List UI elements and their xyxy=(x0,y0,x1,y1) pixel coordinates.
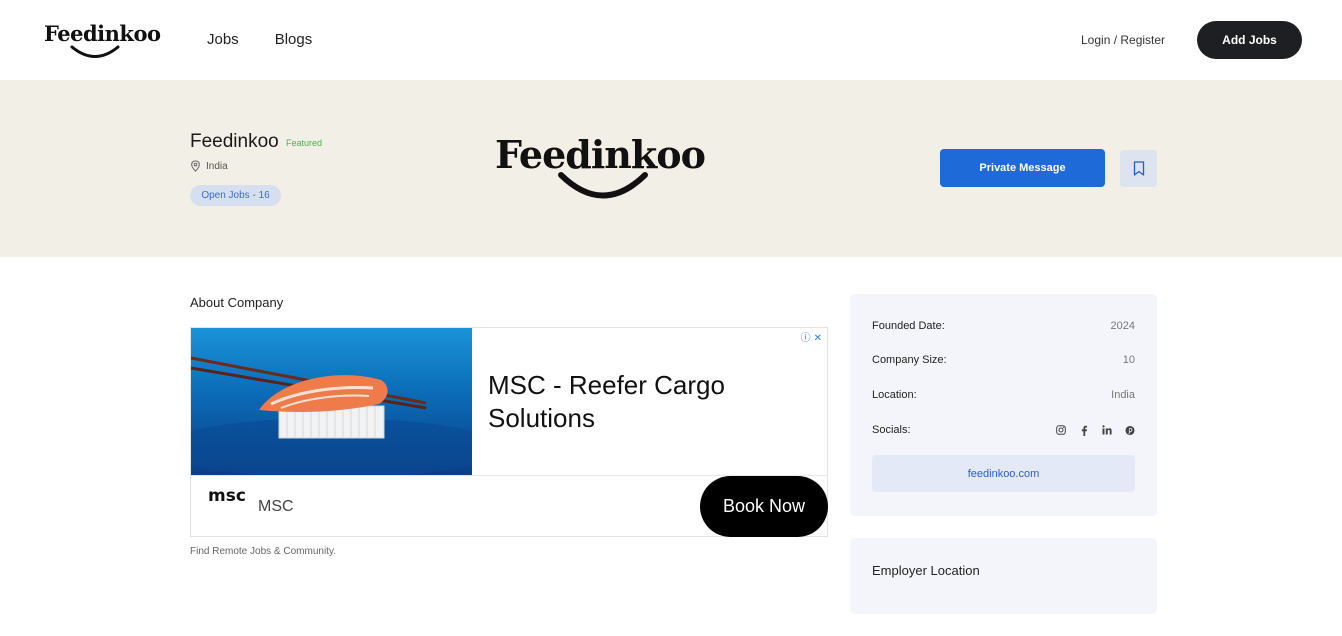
featured-badge: Featured xyxy=(286,138,323,148)
founded-date-value: 2024 xyxy=(1110,320,1135,332)
logo-wordmark: Feedinkoo xyxy=(44,21,161,46)
private-message-button[interactable]: Private Message xyxy=(940,149,1105,187)
founded-date-row: Founded Date: 2024 xyxy=(872,320,1135,332)
login-register-link[interactable]: Login / Register xyxy=(1081,33,1165,47)
company-tagline: Find Remote Jobs & Community. xyxy=(190,546,336,557)
company-size-label: Company Size: xyxy=(872,354,947,366)
bookmark-button[interactable] xyxy=(1120,150,1157,187)
company-size-value: 10 xyxy=(1122,354,1135,366)
company-name: Feedinkoo xyxy=(190,131,279,152)
sushi-container-illustration xyxy=(191,356,472,475)
socials-row: Socials: xyxy=(872,424,1135,436)
linkedin-icon[interactable] xyxy=(1102,425,1112,435)
ad-footer: msc MSC Book Now xyxy=(191,475,828,537)
company-size-row: Company Size: 10 xyxy=(872,354,1135,366)
employer-location-heading: Employer Location xyxy=(872,563,980,578)
map-pin-icon xyxy=(191,160,200,172)
pinterest-icon[interactable] xyxy=(1125,425,1135,435)
company-website-link[interactable]: feedinkoo.com xyxy=(872,455,1135,492)
employer-location-card: Employer Location xyxy=(850,538,1157,614)
nav-jobs[interactable]: Jobs xyxy=(207,31,239,48)
company-info-card: Founded Date: 2024 Company Size: 10 Loca… xyxy=(850,294,1157,516)
adchoices-icon[interactable]: ⓘ✕ xyxy=(801,329,825,344)
instagram-icon[interactable] xyxy=(1056,425,1066,435)
location-row: Location: India xyxy=(872,389,1135,401)
nav-blogs[interactable]: Blogs xyxy=(275,31,313,48)
site-header: Feedinkoo Jobs Blogs Login / Register Ad… xyxy=(0,0,1342,80)
main-nav: Jobs Blogs xyxy=(207,31,312,48)
location-value: India xyxy=(1111,389,1135,401)
company-location-text: India xyxy=(206,160,228,172)
advertisement[interactable]: MSC - Reefer Cargo Solutions ⓘ✕ msc MSC … xyxy=(190,327,828,537)
smile-icon xyxy=(558,172,648,199)
facebook-icon[interactable] xyxy=(1079,425,1089,436)
company-logo: Feedinkoo xyxy=(495,132,715,206)
open-jobs-badge[interactable]: Open Jobs - 16 xyxy=(190,185,281,206)
bookmark-icon xyxy=(1133,161,1144,176)
ad-advertiser[interactable]: MSC xyxy=(258,498,294,516)
ad-image xyxy=(191,328,472,475)
about-company-heading: About Company xyxy=(190,295,284,310)
smile-icon xyxy=(70,45,120,58)
ad-headline[interactable]: MSC - Reefer Cargo Solutions xyxy=(488,369,788,435)
socials-label: Socials: xyxy=(872,424,911,436)
company-banner: Feedinkoo Featured India Open Jobs - 16 … xyxy=(0,80,1342,257)
social-links xyxy=(1056,424,1135,436)
add-jobs-button[interactable]: Add Jobs xyxy=(1197,21,1302,59)
book-now-button[interactable]: Book Now xyxy=(700,476,828,537)
location-label: Location: xyxy=(872,389,917,401)
founded-date-label: Founded Date: xyxy=(872,320,945,332)
company-location: India xyxy=(190,160,228,172)
site-logo[interactable]: Feedinkoo xyxy=(42,18,161,62)
msc-logo: msc xyxy=(208,486,246,506)
